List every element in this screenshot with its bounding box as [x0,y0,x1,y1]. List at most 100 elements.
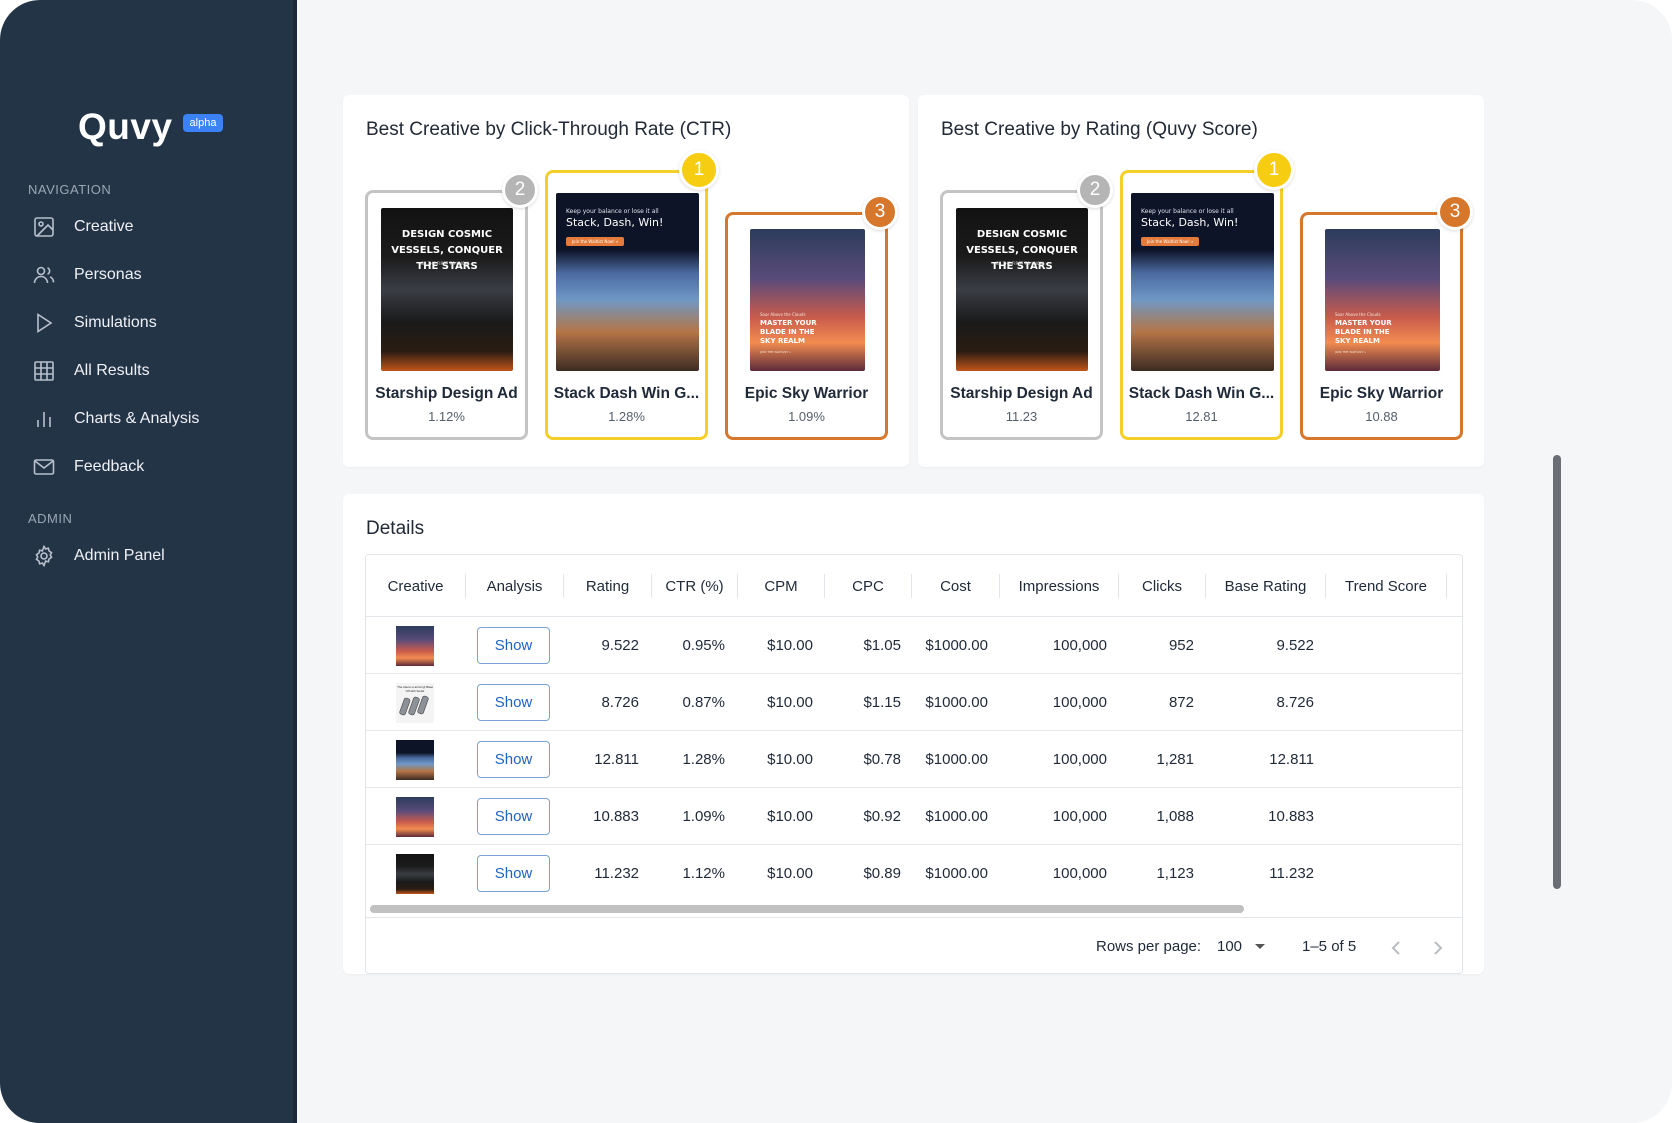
cell-base-rating: 10.883 [1268,808,1314,825]
creative-tile-rank-3[interactable]: Soar Above the Clouds MASTER YOUR BLADE … [1300,194,1473,440]
tile-metric: 12.81 [1185,409,1218,424]
rank-badge: 2 [1077,172,1113,208]
show-analysis-button[interactable]: Show [477,627,550,664]
creative-tile-rank-2[interactable]: DESIGN COSMIC VESSELS, CONQUER THE STARS… [365,172,538,440]
cell-cpc: $0.89 [863,865,901,882]
cell-rating: 9.522 [601,637,639,654]
sidebar-item-feedback[interactable]: Feedback [30,447,280,487]
cell-cpm: $10.00 [767,694,813,711]
chevron-right-icon [1434,941,1443,955]
column-header-impressions[interactable]: Impressions [1000,555,1118,617]
column-header-cost[interactable]: Cost [912,555,999,617]
tile-name: Stack Dash Win G... [553,385,700,402]
cell-clicks: 1,088 [1156,808,1194,825]
creative-thumbnail[interactable] [396,797,434,837]
table-header: Creative Analysis Rating CTR (%) CPM CPC… [366,555,1462,617]
main-content: Best Creative by Click-Through Rate (CTR… [297,0,1672,1123]
art-headline: Stack, Dash, Win! [566,216,664,229]
column-header-rating[interactable]: Rating [564,555,651,617]
art-cta: Join the Waitlist Now! » [1141,237,1200,246]
show-analysis-button[interactable]: Show [477,684,550,721]
art-topline: Keep your balance or lose it all [566,208,659,215]
cell-trend-score [1326,788,1434,845]
sidebar-item-admin-panel[interactable]: Admin Panel [30,536,280,576]
cell-cpc: $1.05 [863,637,901,654]
creative-tile-rank-1[interactable]: Keep your balance or lose it all Stack, … [545,150,719,440]
cell-impressions: 100,000 [1052,751,1107,768]
column-header-clicks[interactable]: Clicks [1119,555,1205,617]
cell-cost: $1000.00 [925,751,988,768]
creative-tile-rank-3[interactable]: Soar Above the Clouds MASTER YOUR BLADE … [725,194,898,440]
art-headline: DESIGN COSMIC VESSELS, CONQUER THE STARS [391,229,503,272]
cell-rating: 8.726 [601,694,639,711]
cell-rating: 10.883 [593,808,639,825]
tile-name: Stack Dash Win G... [1128,385,1275,402]
column-header-analysis[interactable]: Analysis [466,555,563,617]
show-analysis-button[interactable]: Show [477,855,550,892]
rows-per-page-value: 100 [1217,937,1243,955]
sidebar-item-creative[interactable]: Creative [30,207,280,247]
cell-cost: $1000.00 [925,808,988,825]
cell-cpm: $10.00 [767,865,813,882]
best-ctr-card: Best Creative by Click-Through Rate (CTR… [343,95,909,467]
tile-name: Epic Sky Warrior [744,385,869,402]
creative-thumbnail[interactable] [396,740,434,780]
card-title: Best Creative by Click-Through Rate (CTR… [366,119,732,140]
bottles-icon [399,695,429,716]
art-subline: BE THE FIRST TO KNOW » [421,261,473,266]
creative-tile-rank-1[interactable]: Keep your balance or lose it all Stack, … [1120,150,1294,440]
creative-tile-rank-2[interactable]: DESIGN COSMIC VESSELS, CONQUER THE STARS… [940,172,1113,440]
previous-page-button[interactable] [1384,936,1408,960]
table-row: Show 10.883 1.09% $10.00 $0.92 $1000.00 … [366,788,1462,845]
tile-metric: 11.23 [1005,409,1038,424]
tile-name: Starship Design Ad [950,385,1093,402]
brand-logo[interactable]: Quvy alpha [78,106,224,148]
cell-clicks: 1,281 [1156,751,1194,768]
column-header-trend-score[interactable]: Trend Score [1326,555,1446,617]
cell-base-rating: 12.811 [1269,751,1314,768]
table-row: Show 9.522 0.95% $10.00 $1.05 $1000.00 1… [366,617,1462,674]
creative-thumbnail: DESIGN COSMIC VESSELS, CONQUER THE STARS… [956,208,1088,371]
column-header-cpc[interactable]: CPC [825,555,911,617]
tile-metric: 1.09% [788,409,825,424]
rows-per-page-select[interactable]: 100 [1217,936,1272,956]
art-headline: MASTER YOUR BLADE IN THE SKY REALM [760,319,817,345]
table-pagination: Rows per page: 100 1–5 of 5 [366,917,1462,973]
creative-thumbnail: Soar Above the Clouds MASTER YOUR BLADE … [1325,229,1440,371]
cell-ctr: 0.87% [682,694,725,711]
creative-thumbnail: Soar Above the Clouds MASTER YOUR BLADE … [750,229,865,371]
horizontal-scrollbar-thumb[interactable] [370,905,1244,913]
creative-thumbnail[interactable] [396,626,434,666]
sidebar-item-simulations[interactable]: Simulations [30,303,280,343]
rank-badge: 3 [1437,194,1473,230]
cell-trend-score [1326,731,1434,788]
tile-metric: 1.12% [428,409,465,424]
cell-ctr: 1.09% [682,808,725,825]
sidebar-item-label: Charts & Analysis [74,410,200,427]
column-header-creative[interactable]: Creative [366,555,465,617]
show-analysis-button[interactable]: Show [477,798,550,835]
column-header-base-rating[interactable]: Base Rating [1206,555,1325,617]
cell-base-rating: 8.726 [1276,694,1314,711]
next-page-button[interactable] [1426,936,1450,960]
cell-cpc: $1.15 [863,694,901,711]
creative-thumbnail[interactable] [396,854,434,894]
sidebar-item-personas[interactable]: Personas [30,255,280,295]
horizontal-scrollbar[interactable] [366,902,1462,916]
cell-cost: $1000.00 [925,694,988,711]
details-table: Creative Analysis Rating CTR (%) CPM CPC… [365,554,1463,974]
cell-ctr: 1.12% [682,865,725,882]
best-rating-card: Best Creative by Rating (Quvy Score) DES… [918,95,1484,467]
sidebar-item-charts[interactable]: Charts & Analysis [30,399,280,439]
creative-thumbnail: DESIGN COSMIC VESSELS, CONQUER THE STARS… [381,208,513,371]
sidebar-item-all-results[interactable]: All Results [30,351,280,391]
creative-thumbnail: Keep your balance or lose it all Stack, … [556,193,699,371]
art-topline: Keep your balance or lose it all [1141,208,1234,215]
vertical-scrollbar[interactable] [1553,455,1561,889]
show-analysis-button[interactable]: Show [477,741,550,778]
creative-thumbnail[interactable]: The future is arriving! Blast Off with S… [396,683,434,723]
cell-rating: 11.232 [594,865,639,882]
cell-trend-score [1326,617,1434,674]
column-header-ctr[interactable]: CTR (%) [652,555,737,617]
column-header-cpm[interactable]: CPM [738,555,824,617]
